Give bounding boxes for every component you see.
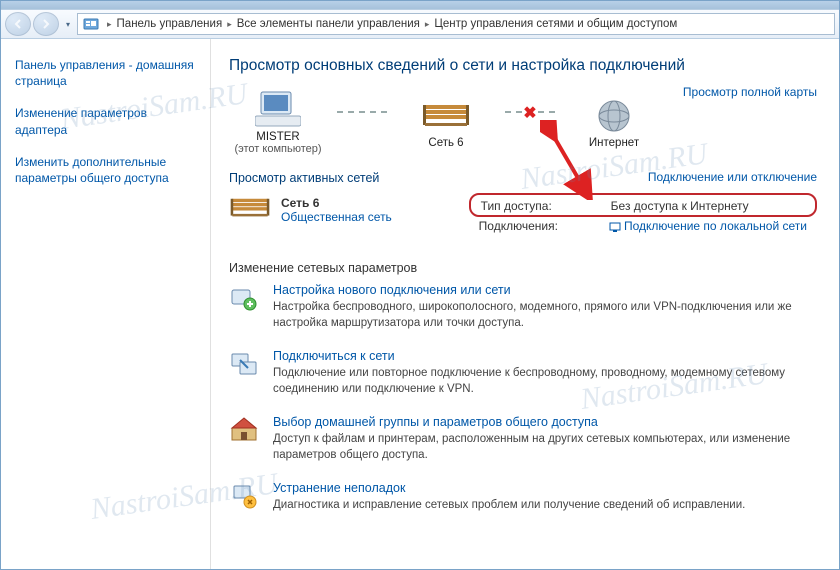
task-new-connection-link[interactable]: Настройка нового подключения или сети: [273, 283, 817, 297]
active-net-name: Сеть 6: [281, 196, 392, 210]
homegroup-icon: [229, 415, 259, 445]
change-params-heading: Изменение сетевых параметров: [229, 261, 817, 275]
control-panel-icon: [82, 15, 100, 33]
sidebar-item-home[interactable]: Панель управления - домашняя страница: [15, 57, 196, 89]
node-pc-sublabel: (этот компьютер): [229, 143, 327, 155]
connection-line: [337, 111, 387, 113]
lan-icon: [609, 221, 621, 233]
nav-forward-button[interactable]: [33, 12, 59, 36]
window-titlebar: [1, 1, 839, 9]
node-internet-label: Интернет: [565, 137, 663, 149]
address-bar: ▾ ▸ Панель управления ▸ Все элементы пан…: [1, 9, 839, 39]
nav-history-dropdown[interactable]: ▾: [61, 12, 75, 36]
new-connection-icon: [229, 283, 259, 313]
sidebar-item-sharing-settings[interactable]: Изменить дополнительные параметры общего…: [15, 154, 196, 186]
chevron-right-icon: ▸: [422, 19, 433, 30]
task-desc: Диагностика и исправление сетевых пробле…: [273, 498, 817, 514]
chevron-right-icon: ▸: [104, 19, 115, 30]
troubleshoot-icon: [229, 481, 259, 511]
node-network-label: Сеть 6: [397, 137, 495, 149]
task-new-connection: Настройка нового подключения или сети На…: [229, 283, 817, 331]
task-desc: Настройка беспроводного, широкополосного…: [273, 300, 817, 331]
bench-icon: [229, 193, 271, 226]
page-heading: Просмотр основных сведений о сети и наст…: [229, 57, 817, 75]
task-connect-link[interactable]: Подключиться к сети: [273, 349, 817, 363]
node-pc-label: MISTER: [229, 131, 327, 143]
task-troubleshoot-link[interactable]: Устранение неполадок: [273, 481, 817, 495]
active-network-row: Сеть 6 Общественная сеть Тип доступа: Бе…: [229, 193, 817, 235]
globe-icon: [565, 95, 663, 137]
x-mark-icon: ✖: [523, 103, 536, 123]
connect-disconnect-link[interactable]: Подключение или отключение: [648, 170, 817, 184]
task-desc: Доступ к файлам и принтерам, расположенн…: [273, 432, 817, 463]
breadcrumb-seg-1[interactable]: Панель управления: [115, 18, 225, 30]
content-area: Просмотр основных сведений о сети и наст…: [211, 39, 839, 569]
sidebar: Панель управления - домашняя страница Из…: [1, 39, 211, 569]
chevron-right-icon: ▸: [224, 19, 235, 30]
connections-label: Подключения:: [479, 219, 589, 233]
task-homegroup-link[interactable]: Выбор домашней группы и параметров общег…: [273, 415, 817, 429]
sidebar-item-adapter-settings[interactable]: Изменение параметров адаптера: [15, 105, 196, 137]
task-desc: Подключение или повторное подключение к …: [273, 366, 817, 397]
access-type-label: Тип доступа:: [481, 199, 591, 213]
node-this-pc: MISTER (этот компьютер): [229, 89, 327, 155]
connect-network-icon: [229, 349, 259, 379]
nav-back-button[interactable]: [5, 12, 31, 36]
bench-icon: [397, 95, 495, 137]
access-detail-highlight: Тип доступа: Без доступа к Интернету: [469, 193, 817, 217]
network-map: Просмотр полной карты MISTER (этот компь…: [229, 89, 817, 155]
computer-icon: [229, 89, 327, 131]
task-homegroup: Выбор домашней группы и параметров общег…: [229, 415, 817, 463]
connections-value-link[interactable]: Подключение по локальной сети: [609, 219, 807, 233]
node-network: Сеть 6: [397, 95, 495, 149]
connection-line-broken: ✖: [505, 111, 555, 113]
breadcrumb-seg-3[interactable]: Центр управления сетями и общим доступом: [432, 18, 679, 30]
access-type-value: Без доступа к Интернету: [611, 199, 805, 213]
task-troubleshoot: Устранение неполадок Диагностика и испра…: [229, 481, 817, 514]
active-net-type-link[interactable]: Общественная сеть: [281, 210, 392, 224]
view-full-map-link[interactable]: Просмотр полной карты: [683, 85, 817, 99]
node-internet: Интернет: [565, 95, 663, 149]
breadcrumb-seg-2[interactable]: Все элементы панели управления: [235, 18, 422, 30]
breadcrumb[interactable]: ▸ Панель управления ▸ Все элементы панел…: [77, 13, 835, 35]
network-tasks: Изменение сетевых параметров Настройка н…: [229, 261, 817, 514]
task-connect: Подключиться к сети Подключение или повт…: [229, 349, 817, 397]
active-networks-heading: Просмотр активных сетей: [229, 171, 379, 185]
